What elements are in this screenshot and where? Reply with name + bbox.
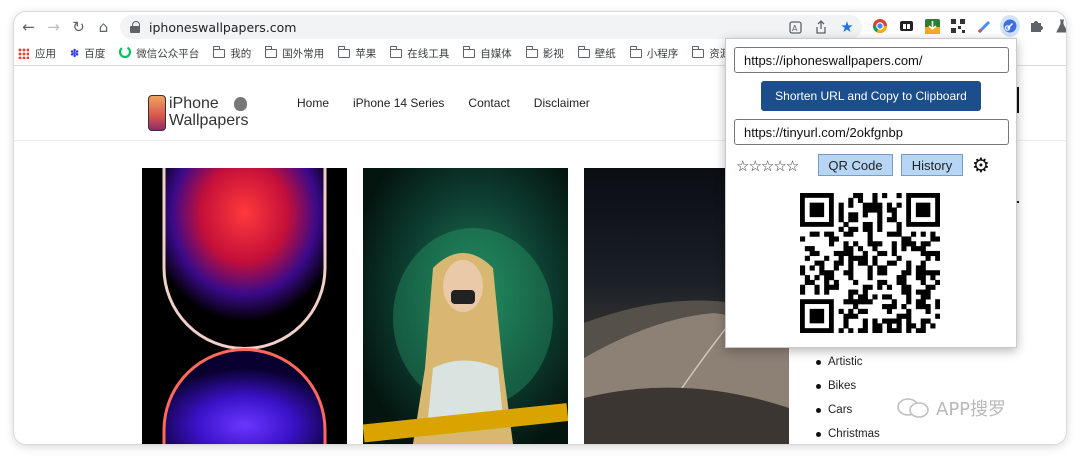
back-icon[interactable]: ←	[16, 14, 41, 40]
watermark-text: APP搜罗	[936, 399, 1007, 420]
watermark: APP搜罗	[896, 395, 1006, 421]
bookmark-folder[interactable]: 壁纸	[577, 46, 616, 61]
rating-stars[interactable]: ☆☆☆☆☆	[736, 157, 799, 175]
history-button[interactable]: History	[901, 154, 963, 176]
wallpaper-thumbnail-1[interactable]	[142, 168, 347, 444]
cloud-ext-icon[interactable]	[896, 15, 916, 37]
apps-grid-icon	[18, 48, 29, 59]
bookmark-baidu[interactable]: ✽ 百度	[70, 46, 105, 61]
address-bar[interactable]: iphoneswallpapers.com A ★	[120, 15, 862, 39]
bookmark-label: 自媒体	[480, 48, 512, 60]
url-shortener-popup: https://iphoneswallpapers.com/ Shorten U…	[725, 38, 1017, 348]
folder-icon	[338, 46, 351, 58]
bookmark-label: 壁纸	[594, 48, 616, 60]
browser-window: ← → ↻ ⌂ iphoneswallpapers.com A ★ 应用 ✽ 百…	[14, 12, 1066, 444]
bookmark-folder[interactable]: 国外常用	[265, 46, 324, 61]
site-nav: Home iPhone 14 Series Contact Disclaimer	[297, 96, 590, 110]
bookmark-label: 影视	[542, 48, 564, 60]
nav-home[interactable]: Home	[297, 96, 329, 110]
puzzle-icon[interactable]	[1026, 15, 1046, 37]
bookmark-label: 在线工具	[407, 48, 450, 60]
folder-icon	[390, 46, 403, 58]
bookmark-apps[interactable]: 应用	[18, 46, 56, 61]
nav-contact[interactable]: Contact	[468, 96, 509, 110]
nav-disclaimer[interactable]: Disclaimer	[534, 96, 590, 110]
bookmark-wechat[interactable]: 微信公众平台	[119, 45, 200, 61]
folder-icon	[213, 46, 226, 58]
wechat-icon	[119, 45, 132, 61]
pen-ext-icon[interactable]	[974, 15, 994, 37]
home-icon[interactable]: ⌂	[91, 14, 116, 40]
baidu-paw-icon: ✽	[70, 47, 80, 60]
folder-icon	[525, 46, 538, 58]
translate-icon[interactable]: A	[786, 17, 804, 37]
bookmark-label: 苹果	[355, 48, 377, 60]
long-url-input[interactable]: https://iphoneswallpapers.com/	[734, 47, 1009, 73]
bookmark-folder[interactable]: 在线工具	[390, 46, 449, 61]
bookmark-folder[interactable]: 我的	[213, 46, 251, 61]
phone-logo-icon	[148, 95, 166, 131]
bookmark-folder[interactable]: 影视	[525, 46, 564, 61]
download-ext-icon[interactable]	[922, 15, 942, 37]
category-list: Artistic Bikes Cars Christmas	[816, 350, 880, 444]
qr-code-image	[800, 193, 941, 334]
qr-code-button[interactable]: QR Code	[818, 154, 893, 176]
gear-icon[interactable]: ⚙	[972, 153, 990, 177]
bookmark-folder[interactable]: 苹果	[338, 46, 376, 61]
bookmark-label: 百度	[84, 48, 106, 60]
qr-ext-icon[interactable]	[948, 15, 968, 37]
apple-logo-icon	[234, 97, 247, 111]
nav-iphone-14-series[interactable]: iPhone 14 Series	[353, 96, 444, 110]
chrome-ext-icon[interactable]	[870, 15, 890, 37]
shorten-url-button[interactable]: Shorten URL and Copy to Clipboard	[761, 81, 981, 111]
share-icon[interactable]	[812, 17, 830, 37]
folder-icon	[629, 46, 642, 58]
category-item[interactable]: Christmas	[816, 422, 880, 444]
lock-icon[interactable]	[130, 21, 140, 33]
category-item[interactable]: Bikes	[816, 374, 880, 398]
extensions-bar	[870, 15, 1066, 37]
link-shortener-ext-icon[interactable]	[1000, 15, 1020, 37]
wechat-watermark-icon	[896, 397, 930, 419]
logo-text-line2: Wallpapers	[169, 112, 249, 129]
bookmark-label: 小程序	[646, 48, 679, 60]
category-item[interactable]: Cars	[816, 398, 880, 422]
wallpaper-thumbnail-2[interactable]	[363, 168, 568, 444]
bookmark-label: 应用	[35, 48, 56, 60]
reload-icon[interactable]: ↻	[66, 14, 91, 40]
bookmark-label: 国外常用	[282, 48, 325, 60]
site-logo[interactable]: iPhone Wallpapers	[146, 95, 256, 133]
folder-icon	[463, 46, 476, 58]
bookmark-label: 微信公众平台	[136, 48, 200, 60]
bookmark-star-icon[interactable]: ★	[838, 17, 856, 37]
category-item[interactable]: Artistic	[816, 350, 880, 374]
logo-text-line1: iPhone	[169, 95, 219, 112]
short-url-output[interactable]: https://tinyurl.com/2okfgnbp	[734, 119, 1009, 145]
folder-icon	[265, 46, 278, 58]
flask-icon[interactable]	[1052, 15, 1066, 37]
bookmark-folder[interactable]: 小程序	[629, 46, 679, 61]
address-url[interactable]: iphoneswallpapers.com	[149, 20, 296, 35]
svg-text:A: A	[792, 24, 798, 33]
bookmark-label: 我的	[230, 48, 252, 60]
bookmark-folder[interactable]: 自媒体	[463, 46, 512, 61]
folder-icon	[577, 46, 590, 58]
folder-icon	[692, 46, 705, 58]
forward-icon[interactable]: →	[41, 14, 66, 40]
